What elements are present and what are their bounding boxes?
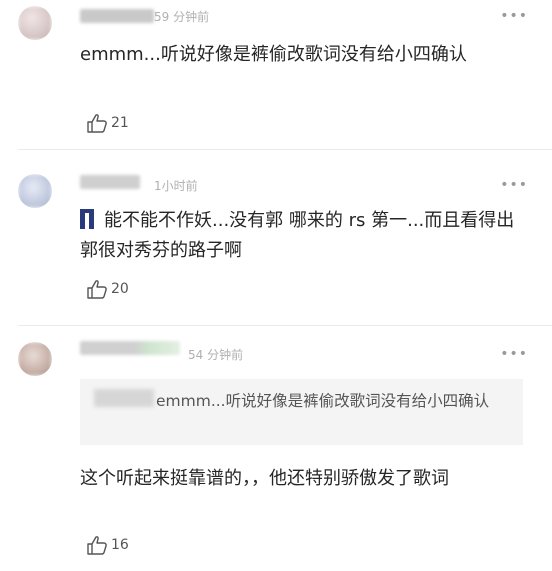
thumbs-up-icon: [86, 534, 108, 556]
comment-time: 59 分钟前: [154, 10, 210, 24]
comment-text: 能不能不作妖...没有郭 哪来的 rs 第一...而且看得出郭很对秀芬的路子啊: [80, 206, 522, 266]
thumbs-up-icon: [86, 278, 108, 300]
comment-item: 59 分钟前 ••• emmm...听说好像是裤偷改歌词没有给小四确认 21: [0, 0, 552, 150]
more-dots-icon[interactable]: •••: [500, 8, 528, 24]
like-count: 16: [111, 537, 129, 553]
more-dots-icon[interactable]: •••: [500, 177, 528, 193]
like-count: 21: [111, 115, 129, 131]
quoted-text: emmm...听说好像是裤偷改歌词没有给小四确认: [156, 392, 490, 410]
username[interactable]: [80, 9, 154, 23]
thumbs-up-icon: [86, 112, 108, 134]
like-count: 20: [111, 281, 129, 297]
jeans-emoji-icon: [80, 209, 94, 229]
comment-time: 54 分钟前: [188, 348, 244, 362]
like-button[interactable]: 21: [86, 112, 129, 134]
more-dots-icon[interactable]: •••: [500, 346, 528, 362]
quoted-comment[interactable]: emmm...听说好像是裤偷改歌词没有给小四确认: [80, 379, 523, 445]
like-button[interactable]: 16: [86, 534, 129, 556]
avatar[interactable]: [18, 6, 52, 40]
like-button[interactable]: 20: [86, 278, 129, 300]
comment-time: 1小时前: [154, 179, 198, 193]
comment-item: 54 分钟前 ••• emmm...听说好像是裤偷改歌词没有给小四确认 这个听起…: [0, 326, 552, 571]
comment-text: 这个听起来挺靠谱的，，他还特别骄傲发了歌词: [80, 468, 449, 489]
avatar[interactable]: [18, 174, 52, 208]
comment-text: emmm...听说好像是裤偷改歌词没有给小四确认: [80, 44, 467, 65]
comment-text-content: 能不能不作妖...没有郭 哪来的 rs 第一...而且看得出郭很对秀芬的路子啊: [80, 210, 515, 261]
comment-item: 1小时前 ••• 能不能不作妖...没有郭 哪来的 rs 第一...而且看得出郭…: [0, 150, 552, 326]
username[interactable]: [80, 175, 140, 189]
username[interactable]: [80, 341, 180, 355]
avatar[interactable]: [18, 342, 52, 376]
